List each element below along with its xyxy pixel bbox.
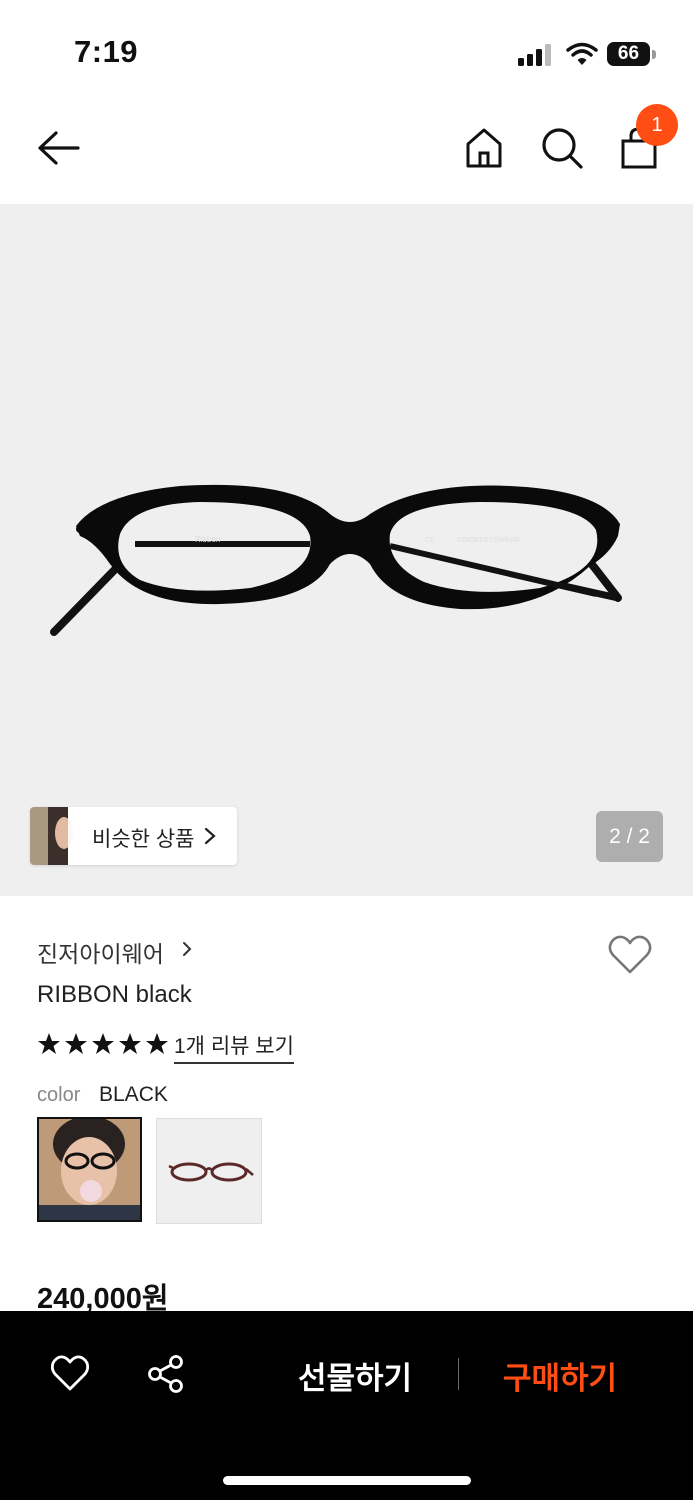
home-icon[interactable] (463, 126, 505, 170)
model-photo (39, 1119, 140, 1220)
glasses-thumbnail (168, 1162, 254, 1182)
share-icon[interactable] (146, 1354, 186, 1394)
status-time: 7:19 (74, 34, 139, 69)
battery-icon: 66 (607, 42, 657, 68)
color-swatch-model[interactable] (37, 1117, 142, 1222)
wishlist-heart-icon[interactable] (607, 934, 653, 976)
back-arrow-icon[interactable] (36, 128, 82, 168)
color-label: color (37, 1084, 81, 1106)
bottom-action-bar (0, 1311, 693, 1500)
cart-count-badge: 1 (636, 104, 678, 146)
color-swatch-product[interactable] (156, 1118, 262, 1224)
gift-button[interactable]: 선물하기 (298, 1353, 412, 1398)
color-value: BLACK (99, 1083, 168, 1106)
glasses-product-image: Ribbon CE GINGEREYEWEAR (50, 484, 622, 636)
product-image-carousel[interactable]: Ribbon CE GINGEREYEWEAR (0, 204, 693, 896)
battery-level: 66 (617, 43, 640, 64)
star-icon (146, 1033, 168, 1054)
frame-print-brand: GINGEREYEWEAR (457, 537, 520, 544)
home-indicator (223, 1476, 471, 1485)
signal-icon (518, 44, 551, 66)
star-icon (65, 1033, 87, 1054)
star-icon (119, 1033, 141, 1054)
frame-print-left: Ribbon (195, 535, 220, 544)
heart-icon[interactable] (50, 1355, 90, 1393)
wifi-icon (566, 42, 598, 65)
similar-products-button[interactable]: 비슷한 상품 (30, 807, 237, 865)
similar-product-thumbnail (30, 807, 100, 865)
buy-button[interactable]: 구매하기 (503, 1353, 617, 1398)
similar-products-label: 비슷한 상품 (92, 828, 195, 851)
button-divider (458, 1358, 459, 1390)
star-icon (92, 1033, 114, 1054)
chevron-right-icon (204, 827, 216, 845)
chevron-right-icon (183, 942, 192, 956)
star-icon (38, 1033, 60, 1054)
image-counter: 2 / 2 (596, 811, 663, 862)
review-link[interactable]: 1개 리뷰 보기 (174, 1030, 294, 1064)
brand-link[interactable]: 진저아이웨어 (37, 935, 164, 969)
product-name: RIBBON black (37, 981, 192, 1008)
rating-stars (37, 1032, 169, 1056)
search-icon[interactable] (540, 126, 584, 170)
frame-print-ce: CE (425, 537, 435, 544)
